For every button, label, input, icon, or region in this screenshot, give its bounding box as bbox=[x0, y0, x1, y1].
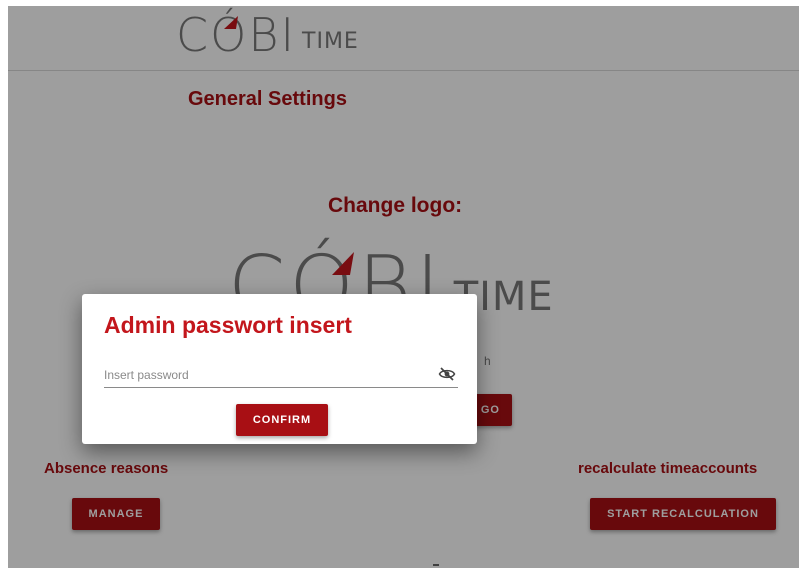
eye-off-icon[interactable] bbox=[438, 366, 456, 382]
settings-page: CÓBI TIME General Settings Change logo: … bbox=[8, 6, 799, 568]
admin-password-dialog: Admin passwort insert CONFIRM bbox=[82, 294, 477, 444]
modal-backdrop[interactable] bbox=[8, 6, 799, 568]
password-input[interactable] bbox=[104, 362, 458, 388]
dialog-title: Admin passwort insert bbox=[104, 312, 352, 338]
confirm-button[interactable]: CONFIRM bbox=[236, 404, 328, 436]
